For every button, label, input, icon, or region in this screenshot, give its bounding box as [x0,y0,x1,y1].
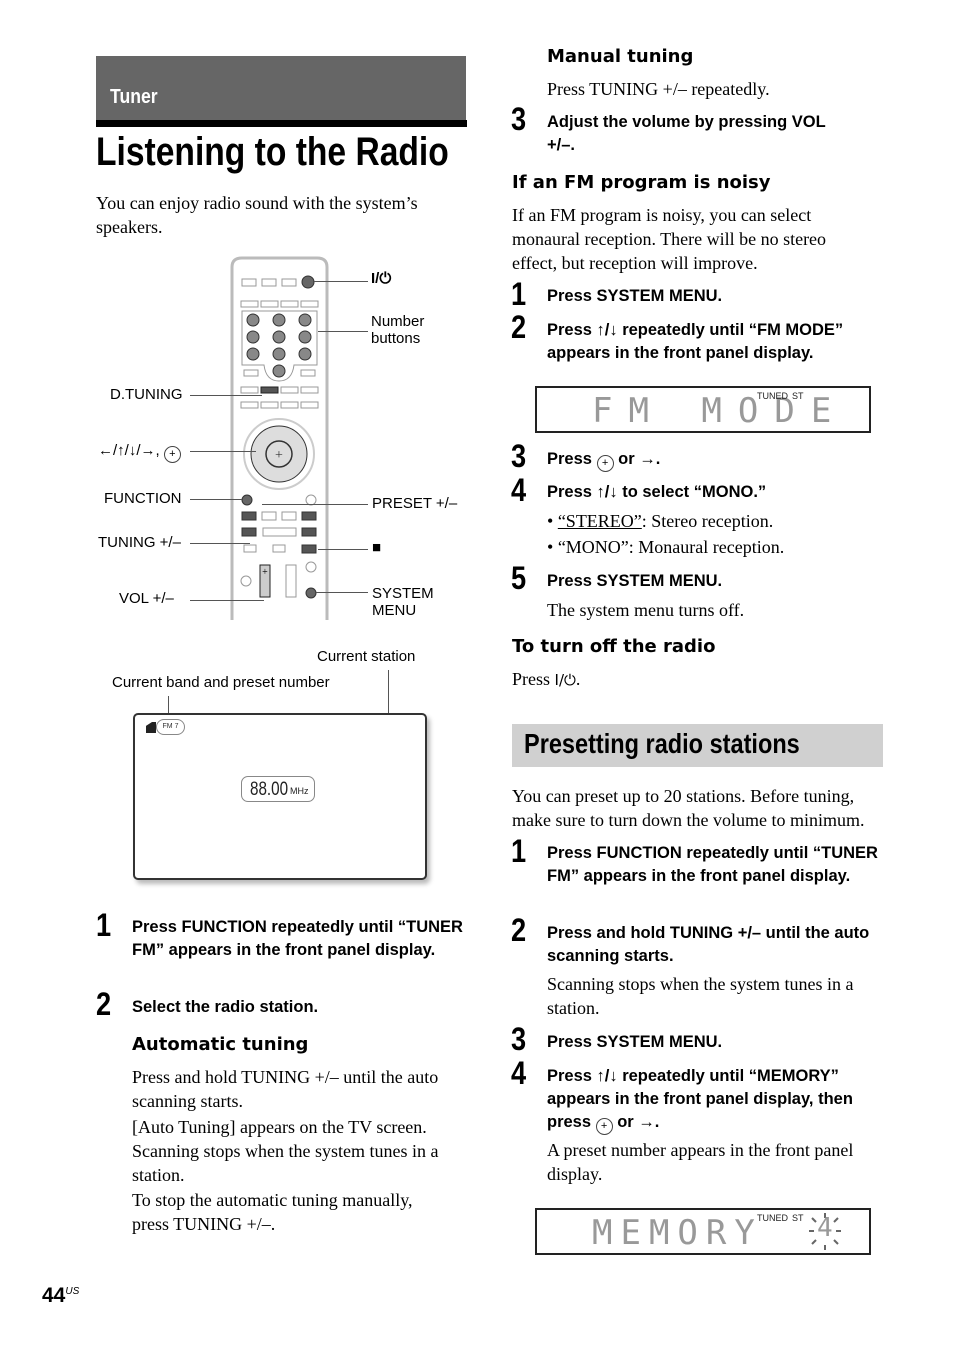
step-text: Press SYSTEM MENU. [547,1033,723,1051]
step4-note: A preset number appears in the front pan… [547,1140,854,1184]
step-number: 3 [511,1021,527,1057]
manual-tuning-heading: Manual tuning [547,46,694,67]
step-text: Press FUNCTION repeatedly until “TUNER F… [547,844,878,885]
callout-power: I/⏻ [371,270,392,287]
frequency-value: 88.00 [250,779,289,800]
power-button [301,275,315,289]
enter-circle-icon: + [596,455,614,472]
lcd-indicator-tuned: TUNED [757,391,788,401]
lcd-indicator-st: ST [792,1213,804,1223]
system-menu-button [305,587,317,599]
tv-screen: FM 7 88.00 MHz [133,713,427,880]
option-stereo: • “STEREO”: Stereo reception. [547,511,774,531]
presetting-section-header: Presetting radio stations [512,724,883,767]
step-number: 2 [511,912,527,948]
step-text: Press ↑/↓ to select “MONO.” [547,483,767,501]
callout-vol: VOL +/– [119,590,174,607]
step-text: Press + or →. [547,448,660,472]
step2-note: Scanning stops when the system tunes in … [547,974,854,1018]
step-number: 1 [511,276,527,312]
callout-stop: ■ [372,539,382,556]
manual-tuning-p1: Press TUNING +/– repeatedly. [547,79,770,99]
d-tuning-button [260,386,279,394]
enter-circle-icon: + [595,1118,613,1135]
category-label: Tuner [110,86,158,108]
leader-line [316,592,368,593]
leader-line [190,451,256,452]
option-mono: • “MONO”: Monaural reception. [547,537,785,557]
leader-line [190,499,242,500]
automatic-tuning-p3: To stop the automatic tuning manually, p… [132,1190,413,1234]
callout-d-tuning: D.TUNING [110,386,183,403]
function-button [241,494,253,506]
callout-arrows: ←/↑/↓/→, + [98,442,181,463]
lcd-text: FM MODE [592,391,848,431]
lcd-indicator-st: ST [792,391,804,401]
step-text: Press ↑/↓ repeatedly until “MEMORY” appe… [547,1065,887,1135]
step-text: Press SYSTEM MENU. [547,287,723,305]
label-current-station: Current station [317,648,416,665]
step-text: Select the radio station. [132,998,319,1016]
step-text: Adjust the volume by pressing VOL +/–. [547,113,826,154]
remote-control-illustration: + + [230,256,329,620]
step-number: 3 [511,438,527,474]
leader-line [262,504,368,505]
noisy-intro: If an FM program is noisy, you can selec… [512,205,827,273]
page-number: 44US [42,1284,80,1307]
turn-off-text: Press I/⏻. [512,669,581,689]
svg-text:+: + [275,448,283,463]
step-number: 4 [511,472,527,508]
frequency-unit: MHz [290,786,309,796]
remote-figure: + + [96,255,476,620]
step-number: 1 [511,833,527,869]
leader-line [318,331,368,332]
leader-line [314,281,368,282]
leader-line [190,543,250,544]
presetting-heading: Presetting radio stations [524,728,800,759]
step-number: 1 [96,907,112,943]
step-text: Press ↑/↓ repeatedly until “FM MODE” app… [547,321,844,362]
band-preset-badge: FM 7 [156,719,185,735]
step-number: 4 [511,1055,527,1091]
frequency-box: 88.00 MHz [241,776,315,802]
step5-note: The system menu turns off. [547,600,745,620]
callout-function: FUNCTION [104,490,182,507]
lcd-indicator-tuned: TUNED [757,1213,788,1223]
step-text: Press SYSTEM MENU. [547,572,723,590]
lcd-memory: MEMORY TUNED ST 4 [535,1208,871,1255]
intro-text: You can enjoy radio sound with the syste… [96,193,418,237]
lcd-fm-mode: FM MODE TUNED ST [535,386,871,433]
step-text: Press and hold TUNING +/– until the auto… [547,924,870,965]
page-title: Listening to the Radio [96,130,449,174]
callout-preset: PRESET +/– [372,495,458,512]
lcd-text: MEMORY [592,1213,763,1253]
category-bar: Tuner [96,56,466,120]
callout-system-menu: SYSTEM MENU [372,585,434,619]
step-number: 2 [96,986,112,1022]
callout-number-buttons: Number buttons [371,313,425,347]
step-number: 2 [511,309,527,345]
noisy-heading: If an FM program is noisy [512,172,771,193]
reception-options: • “STEREO”: Stereo reception. • “MONO”: … [547,508,784,560]
step-number: 5 [511,560,527,596]
automatic-tuning-heading: Automatic tuning [132,1034,309,1055]
power-icon: I/⏻ [554,671,576,689]
label-band-preset: Current band and preset number [112,674,330,691]
svg-text:+: + [262,567,268,578]
leader-line [190,600,264,601]
presetting-intro: You can preset up to 20 stations. Before… [512,786,865,830]
step-number: 3 [511,101,527,137]
tuner-icon [146,722,156,733]
step-text: Press FUNCTION repeatedly until “TUNER F… [132,918,463,959]
turn-off-heading: To turn off the radio [512,636,716,657]
leader-line [190,395,262,396]
category-rule [96,120,467,127]
leader-line [318,549,368,550]
automatic-tuning-p2: [Auto Tuning] appears on the TV screen. … [132,1117,439,1185]
automatic-tuning-p1: Press and hold TUNING +/– until the auto… [132,1067,439,1111]
lcd-preset-digit-blinking: 4 [805,1210,845,1253]
enter-circle-icon: + [163,446,181,463]
callout-tuning: TUNING +/– [98,534,181,551]
